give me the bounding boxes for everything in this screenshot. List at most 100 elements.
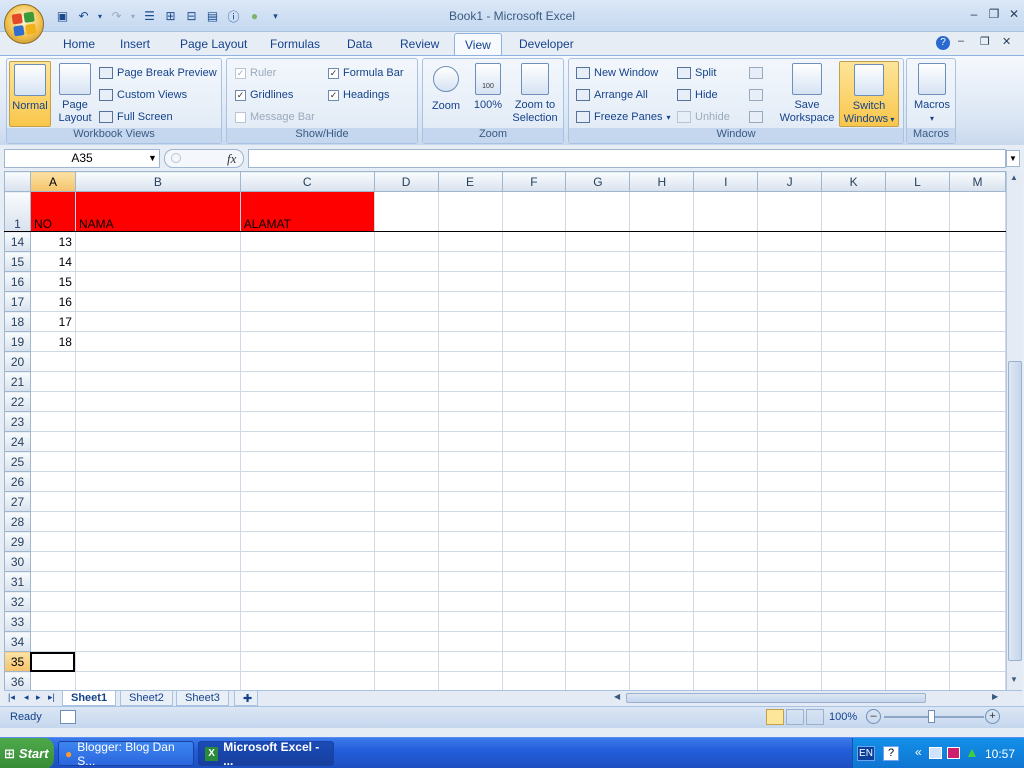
zoom-to-selection-button[interactable]: Zoom to Selection: [509, 61, 561, 125]
cell[interactable]: [74, 571, 241, 592]
cell[interactable]: [757, 251, 823, 272]
help-icon[interactable]: ⓘ: [225, 8, 242, 25]
cell[interactable]: [239, 371, 375, 392]
cell[interactable]: [757, 651, 823, 672]
cell[interactable]: [629, 191, 695, 232]
sheet-tab-sheet3[interactable]: Sheet3: [176, 691, 229, 706]
formula-input[interactable]: [248, 149, 1006, 168]
cell[interactable]: [501, 311, 567, 332]
tab-developer[interactable]: Developer: [519, 37, 574, 51]
cell[interactable]: [565, 511, 631, 532]
cell[interactable]: [629, 471, 695, 492]
tab-home[interactable]: Home: [63, 37, 95, 51]
cell-a[interactable]: [29, 551, 76, 572]
cell[interactable]: [565, 591, 631, 612]
column-header[interactable]: L: [885, 171, 950, 192]
cell[interactable]: [821, 251, 887, 272]
cell[interactable]: [757, 511, 823, 532]
cell[interactable]: [885, 671, 950, 690]
cell[interactable]: [74, 451, 241, 472]
cell[interactable]: [437, 291, 503, 312]
cell[interactable]: [948, 531, 1006, 552]
cell[interactable]: [501, 231, 567, 252]
zoom-level[interactable]: 100%: [829, 711, 857, 723]
save-icon[interactable]: ▣: [54, 8, 71, 25]
cell[interactable]: [239, 311, 375, 332]
ribbon-restore-icon[interactable]: ❐: [980, 35, 990, 48]
cell[interactable]: [948, 571, 1006, 592]
horizontal-scrollbar[interactable]: ◀ ▶: [612, 691, 1004, 705]
cell[interactable]: [629, 231, 695, 252]
row-header[interactable]: 27: [4, 491, 31, 512]
dropdown-icon[interactable]: ▾: [129, 8, 137, 25]
cell[interactable]: [693, 411, 759, 432]
cell[interactable]: [565, 531, 631, 552]
cell-a[interactable]: [29, 431, 76, 452]
cell-a[interactable]: [29, 671, 76, 690]
cell[interactable]: [757, 271, 823, 292]
cell[interactable]: [885, 471, 950, 492]
cell[interactable]: [565, 251, 631, 272]
cell[interactable]: [693, 651, 759, 672]
cell[interactable]: [693, 511, 759, 532]
expand-formula-bar-icon[interactable]: ▼: [1006, 150, 1020, 167]
cell-a[interactable]: [29, 531, 76, 552]
headings-checkbox[interactable]: ✓ Headings: [328, 86, 389, 104]
cell[interactable]: [565, 271, 631, 292]
cell[interactable]: [948, 371, 1006, 392]
cell[interactable]: [821, 451, 887, 472]
column-header[interactable]: E: [437, 171, 503, 192]
taskbar-item-blogger[interactable]: ● Blogger: Blog Dan S...: [58, 740, 194, 768]
cell[interactable]: [693, 431, 759, 452]
cell[interactable]: [565, 631, 631, 652]
row-header[interactable]: 24: [4, 431, 31, 452]
cell[interactable]: [501, 531, 567, 552]
cell[interactable]: [693, 591, 759, 612]
cell[interactable]: [437, 651, 503, 672]
cell[interactable]: [74, 291, 241, 312]
cell[interactable]: [757, 631, 823, 652]
cell[interactable]: [239, 251, 375, 272]
cell[interactable]: [821, 571, 887, 592]
cell[interactable]: [757, 231, 823, 252]
cell[interactable]: [821, 431, 887, 452]
column-header[interactable]: H: [629, 171, 695, 192]
cell[interactable]: [885, 251, 950, 272]
cell[interactable]: [885, 311, 950, 332]
cell[interactable]: [565, 471, 631, 492]
customize-qat-icon[interactable]: ▾: [267, 8, 284, 25]
cell[interactable]: [885, 631, 950, 652]
column-header[interactable]: M: [948, 171, 1006, 192]
cell[interactable]: [948, 351, 1006, 372]
column-header[interactable]: K: [821, 171, 887, 192]
ribbon-minimize-icon[interactable]: –: [958, 35, 964, 47]
cell[interactable]: [885, 531, 950, 552]
cell[interactable]: [239, 471, 375, 492]
cell[interactable]: [629, 291, 695, 312]
cell[interactable]: [239, 531, 375, 552]
macro-record-icon[interactable]: [60, 710, 76, 724]
row-header[interactable]: 20: [4, 351, 31, 372]
cell[interactable]: [373, 351, 439, 372]
cell[interactable]: [373, 431, 439, 452]
cell[interactable]: [757, 431, 823, 452]
cell[interactable]: [437, 391, 503, 412]
cell[interactable]: [565, 571, 631, 592]
cell[interactable]: [948, 291, 1006, 312]
start-button[interactable]: ⊞ Start: [0, 738, 54, 768]
cell[interactable]: [821, 331, 887, 352]
cell[interactable]: [74, 391, 241, 412]
cell[interactable]: [821, 191, 887, 232]
page-layout-view-button[interactable]: Page Layout: [55, 61, 95, 125]
hide-button[interactable]: Hide: [677, 86, 718, 104]
cell[interactable]: [821, 531, 887, 552]
cell[interactable]: [501, 591, 567, 612]
cell[interactable]: [437, 311, 503, 332]
cell[interactable]: [693, 471, 759, 492]
cell[interactable]: [437, 631, 503, 652]
chart-icon[interactable]: ▤: [204, 8, 221, 25]
help-icon[interactable]: ?: [883, 746, 899, 761]
restore-icon[interactable]: ❐: [986, 6, 1002, 22]
name-box[interactable]: A35: [4, 149, 160, 168]
insert-sheet-icon[interactable]: ✚: [234, 691, 258, 706]
